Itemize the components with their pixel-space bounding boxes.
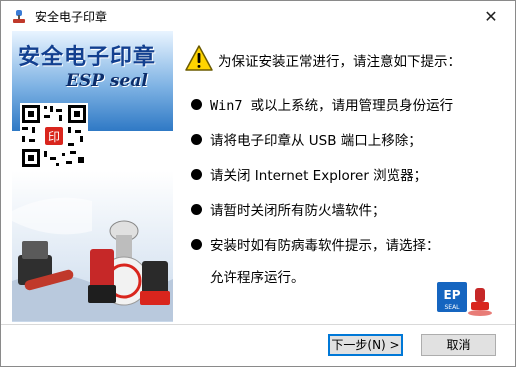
title-bar[interactable]: 安全电子印章 ✕ [1,1,515,31]
bullet-icon [191,134,202,145]
instruction-heading: 为保证安装正常进行，请注意如下提示： [218,54,461,70]
ep-seal-logo: EP SEAL [437,282,492,316]
stamp-products-illustration [12,197,173,321]
banner-title: 安全电子印章 [18,44,157,70]
instruction-item: 请将电子印章从 USB 端口上移除； [210,133,422,149]
close-button[interactable]: ✕ [467,1,515,31]
bullet-icon [191,239,202,250]
close-icon: ✕ [484,6,498,26]
qr-code: 印 [20,103,88,169]
button-separator [1,324,515,325]
bullet-icon [191,169,202,180]
banner-subtitle: ESP seal [66,71,148,91]
logo-text-top: EP [444,288,461,302]
next-button[interactable]: 下一步(N) > [328,334,403,356]
bullet-icon [191,99,202,110]
qr-center-stamp: 印 [48,130,60,144]
bullet-icon [191,204,202,215]
instruction-item: Win7 或以上系统，请用管理员身份运行 [210,98,454,114]
instruction-item: 安装时如有防病毒软件提示，请选择： [210,238,440,254]
instruction-item: 请关闭 Internet Explorer 浏览器； [210,168,428,184]
logo-text-bottom: SEAL [444,304,460,311]
banner-product-photo [12,171,173,322]
cancel-button[interactable]: 取消 [421,334,496,356]
instruction-item: 请暂时关闭所有防火墙软件； [210,203,386,219]
product-banner: 安全电子印章 ESP seal 印 [12,31,173,322]
window-title: 安全电子印章 [35,10,108,24]
stamp-app-icon [13,10,25,23]
installer-window: 安全电子印章 ✕ 安全电子印章 ESP seal 印 为保证安装正常进行，请注意… [0,0,516,367]
warning-icon [185,45,213,71]
instruction-continuation: 允许程序运行。 [210,270,305,286]
